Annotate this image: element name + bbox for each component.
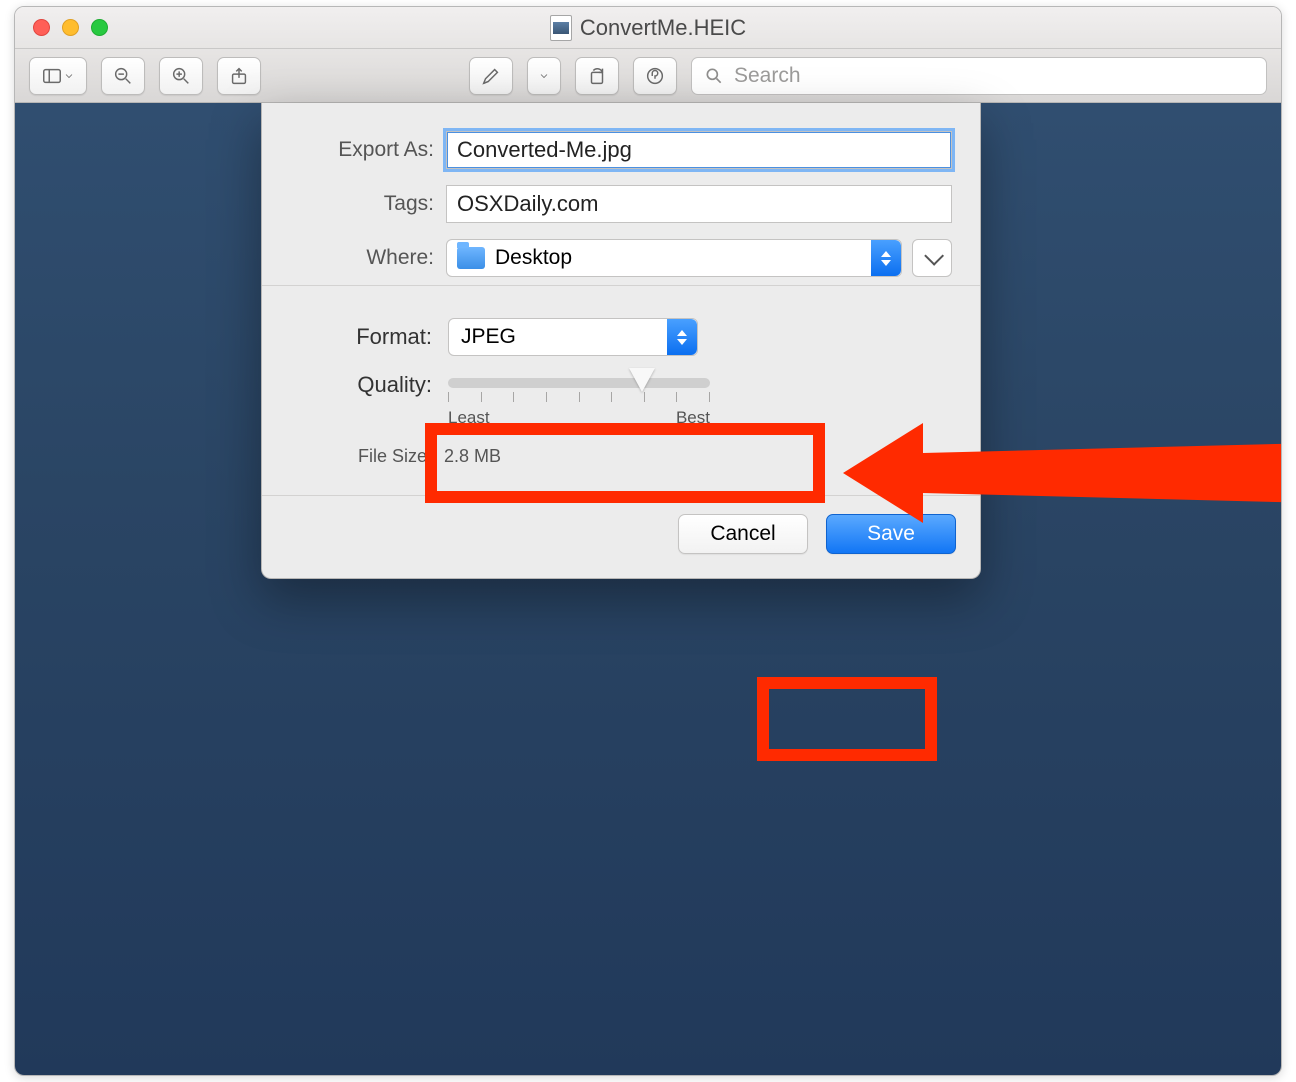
format-value: JPEG — [461, 325, 516, 349]
annotation-highlight-save — [757, 677, 937, 761]
export-filename-input[interactable] — [446, 131, 952, 169]
close-window-button[interactable] — [33, 19, 50, 36]
sidebar-toggle-button[interactable] — [29, 57, 87, 95]
preview-window: ConvertMe.HEIC — [14, 6, 1282, 1076]
markup-button[interactable] — [469, 57, 513, 95]
export-as-label: Export As: — [290, 138, 446, 162]
share-button[interactable] — [217, 57, 261, 95]
tags-input[interactable] — [446, 185, 952, 223]
titlebar: ConvertMe.HEIC — [15, 7, 1281, 49]
slider-thumb[interactable] — [629, 368, 655, 392]
zoom-window-button[interactable] — [91, 19, 108, 36]
tags-label: Tags: — [290, 192, 446, 216]
filesize-label: File Size: — [300, 446, 432, 467]
export-sheet: Export As: Tags: Where: Desktop — [261, 103, 981, 579]
where-label: Where: — [290, 246, 446, 270]
minimize-window-button[interactable] — [62, 19, 79, 36]
divider — [262, 285, 980, 286]
filesize-value: 2.8 MB — [444, 446, 501, 467]
markup-menu-button[interactable] — [527, 57, 561, 95]
chevron-down-icon — [924, 246, 944, 266]
document-viewport: Export As: Tags: Where: Desktop — [15, 103, 1281, 1075]
document-icon — [550, 15, 572, 41]
where-popup[interactable]: Desktop — [446, 239, 902, 277]
toolbar — [15, 49, 1281, 103]
annotate-toolbar-button[interactable] — [633, 57, 677, 95]
cancel-button[interactable]: Cancel — [678, 514, 808, 554]
quality-best-label: Best — [676, 408, 710, 428]
window-title: ConvertMe.HEIC — [580, 15, 746, 41]
format-label: Format: — [300, 324, 432, 350]
quality-slider[interactable]: Least Best — [448, 372, 710, 428]
updown-icon — [871, 240, 901, 276]
save-button[interactable]: Save — [826, 514, 956, 554]
zoom-out-button[interactable] — [101, 57, 145, 95]
search-field[interactable] — [691, 57, 1267, 95]
quality-least-label: Least — [448, 408, 490, 428]
expand-save-dialog-button[interactable] — [912, 239, 952, 277]
search-input[interactable] — [734, 64, 1254, 88]
zoom-in-button[interactable] — [159, 57, 203, 95]
folder-icon — [457, 247, 485, 269]
where-value: Desktop — [493, 246, 572, 270]
window-controls — [33, 19, 108, 36]
search-icon — [704, 66, 724, 86]
quality-label: Quality: — [300, 372, 432, 398]
updown-icon — [667, 319, 697, 355]
rotate-button[interactable] — [575, 57, 619, 95]
format-popup[interactable]: JPEG — [448, 318, 698, 356]
